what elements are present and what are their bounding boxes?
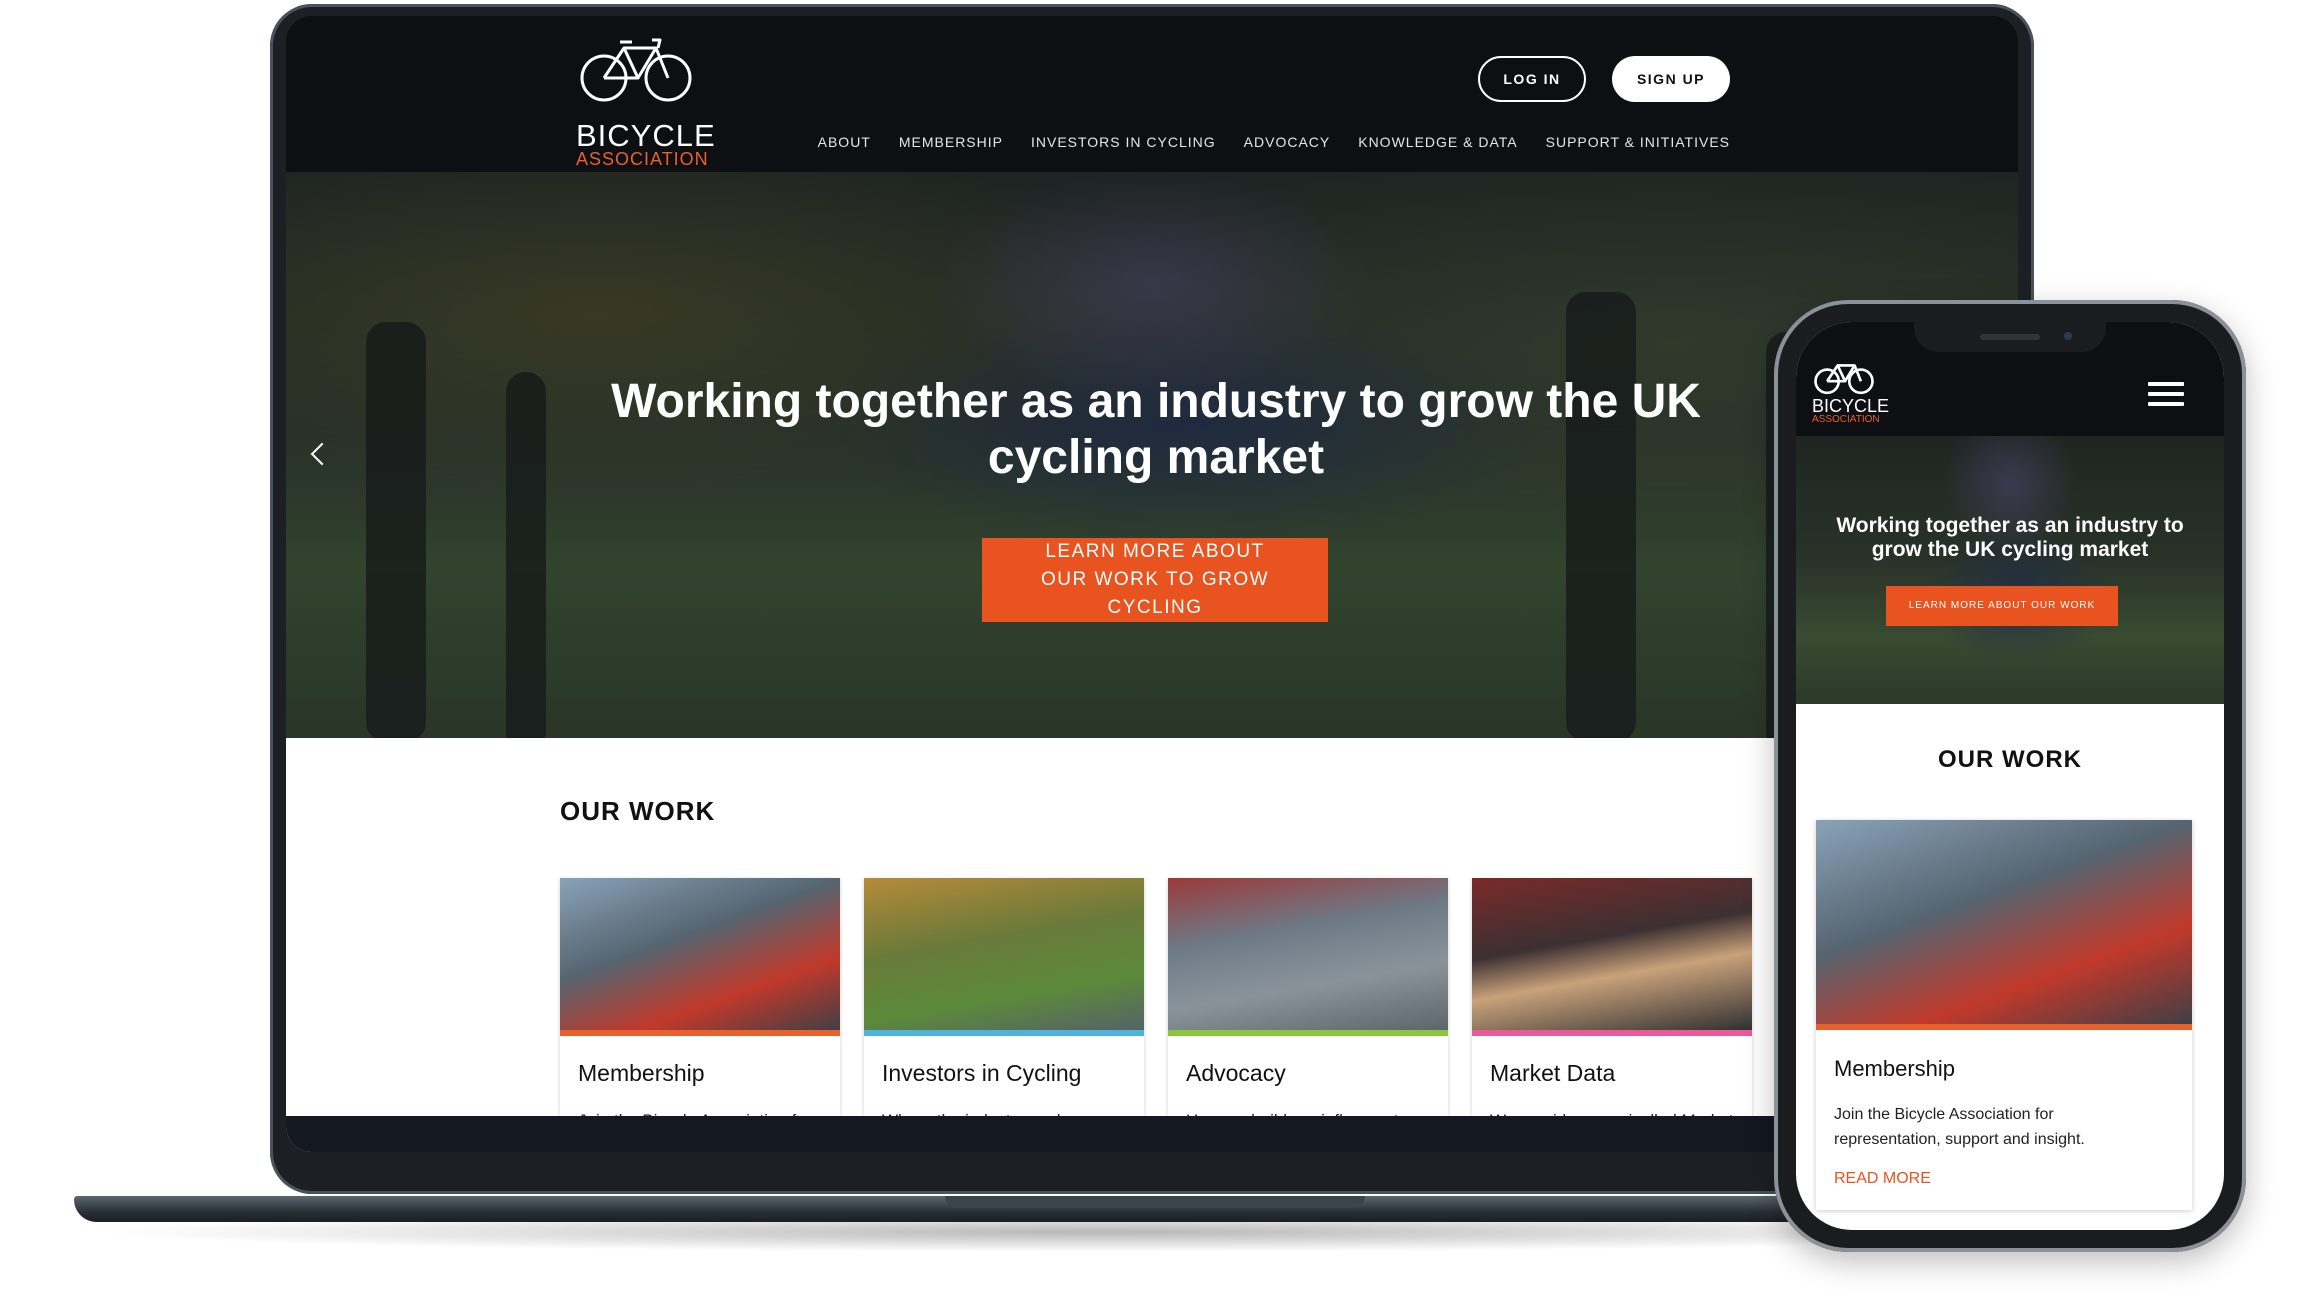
phone-screen: BICYCLE ASSOCIATION Working together as …: [1796, 322, 2224, 1230]
main-nav: ABOUT MEMBERSHIP INVESTORS IN CYCLING AD…: [818, 134, 1730, 150]
site-logo[interactable]: BICYCLE ASSOCIATION: [576, 34, 716, 168]
hero-title: Working together as an industry to grow …: [611, 375, 1701, 484]
logo-text-bicycle: BICYCLE: [576, 118, 716, 153]
our-work-section: OUR WORK Membership Join the Bicycle Ass…: [286, 738, 2018, 1152]
card-image: [864, 878, 1144, 1034]
nav-item-about[interactable]: ABOUT: [818, 134, 871, 150]
phone-notch: [1914, 322, 2106, 352]
hero-banner: Working together as an industry to grow …: [286, 172, 2018, 738]
phone-camera-icon: [2064, 332, 2072, 340]
mobile-hero-cta-button[interactable]: LEARN MORE ABOUT OUR WORK: [1886, 586, 2118, 626]
bicycle-icon: [1814, 364, 1874, 395]
work-card-market-data[interactable]: Market Data We provide an unrivalled Mar…: [1472, 878, 1752, 1152]
laptop-screen: BICYCLE ASSOCIATION LOG IN SIGN UP ABOUT…: [286, 16, 2018, 1152]
login-button[interactable]: LOG IN: [1478, 56, 1586, 102]
hero-cta-button[interactable]: LEARN MORE ABOUT OUR WORK TO GROW CYCLIN…: [982, 538, 1328, 622]
site-header: BICYCLE ASSOCIATION LOG IN SIGN UP ABOUT…: [286, 16, 2018, 172]
nav-item-investors-in-cycling[interactable]: INVESTORS IN CYCLING: [1031, 134, 1216, 150]
mobile-hero-banner: Working together as an industry to grow …: [1796, 436, 2224, 704]
nav-item-support-initiatives[interactable]: SUPPORT & INITIATIVES: [1546, 134, 1730, 150]
phone-speaker: [1980, 334, 2040, 340]
mobile-work-card-membership[interactable]: Membership Join the Bicycle Association …: [1816, 820, 2192, 1210]
card-accent-bar: [864, 1030, 1144, 1036]
nav-item-membership[interactable]: MEMBERSHIP: [899, 134, 1003, 150]
card-image: [1472, 878, 1752, 1034]
card-accent-bar: [560, 1030, 840, 1036]
nav-item-knowledge-data[interactable]: KNOWLEDGE & DATA: [1358, 134, 1517, 150]
card-title: Market Data: [1490, 1060, 1616, 1086]
card-text: Join the Bicycle Association for represe…: [1834, 1106, 2085, 1148]
bicycle-icon: [580, 38, 692, 102]
card-image: [560, 878, 840, 1034]
hamburger-menu-icon[interactable]: [2148, 382, 2184, 406]
card-accent-bar: [1168, 1030, 1448, 1036]
work-card-advocacy[interactable]: Advocacy How we build our influence to g…: [1168, 878, 1448, 1152]
mobile-logo[interactable]: BICYCLE ASSOCIATION: [1812, 358, 1889, 425]
card-image: [1168, 878, 1448, 1034]
work-card-membership[interactable]: Membership Join the Bicycle Association …: [560, 878, 840, 1152]
phone-frame: BICYCLE ASSOCIATION Working together as …: [1774, 300, 2246, 1252]
page-footer-strip: [286, 1116, 2018, 1152]
nav-item-advocacy[interactable]: ADVOCACY: [1244, 134, 1331, 150]
mobile-logo-text-association: ASSOCIATION: [1812, 414, 1880, 425]
our-work-heading: OUR WORK: [560, 796, 716, 826]
card-accent-bar: [1816, 1024, 2192, 1030]
mobile-hero-title: Working together as an industry to grow …: [1836, 514, 2184, 561]
card-image: [1816, 820, 2192, 1028]
card-title: Advocacy: [1186, 1060, 1286, 1086]
signup-button[interactable]: SIGN UP: [1612, 56, 1730, 102]
card-accent-bar: [1472, 1030, 1752, 1036]
card-title: Membership: [1834, 1056, 1956, 1081]
card-title: Membership: [578, 1060, 705, 1086]
logo-text-association: ASSOCIATION: [576, 149, 709, 169]
work-card-investors-in-cycling[interactable]: Investors in Cycling Where the industry …: [864, 878, 1144, 1152]
hero-cta-label: LEARN MORE ABOUT OUR WORK TO GROW CYCLIN…: [1040, 541, 1270, 618]
laptop-hinge: [945, 1196, 1365, 1208]
mobile-hero-overlay: [1796, 436, 2224, 704]
mobile-our-work-heading: OUR WORK: [1938, 746, 2082, 773]
read-more-link[interactable]: READ MORE: [1834, 1170, 1931, 1188]
card-title: Investors in Cycling: [882, 1060, 1082, 1086]
